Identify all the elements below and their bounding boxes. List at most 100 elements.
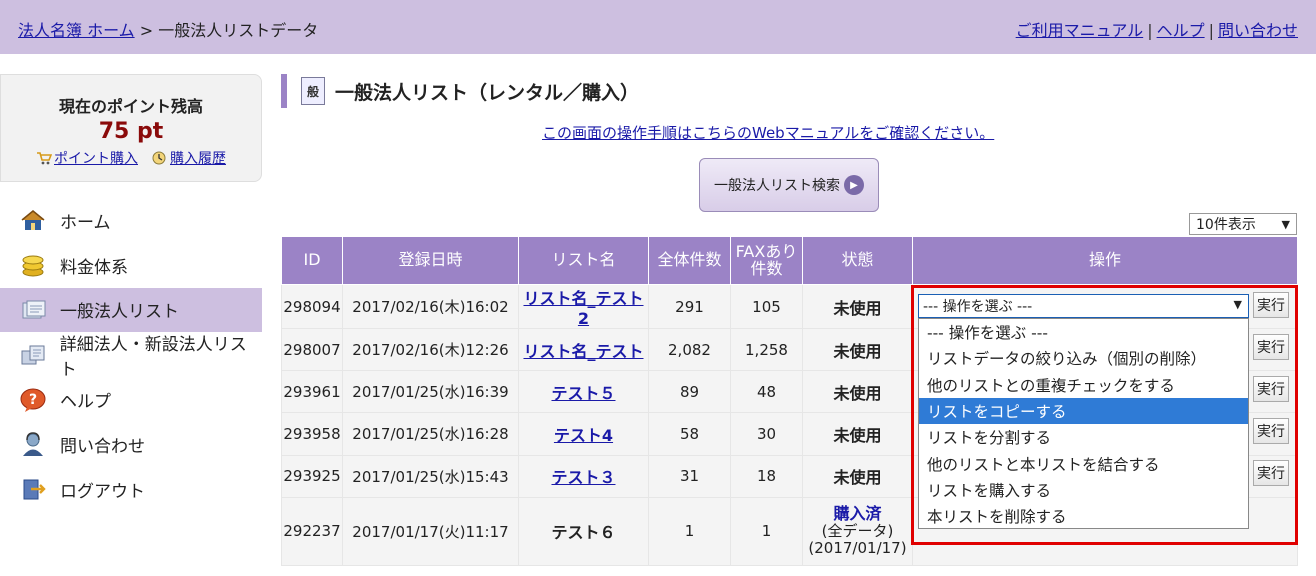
purchased-scope: (全データ) <box>821 522 894 541</box>
sidebar-item-label: 詳細法人・新設法人リスト <box>59 334 247 380</box>
purchase-history-link[interactable]: 購入履歴 <box>170 151 226 167</box>
cell-total: 89 <box>648 370 731 414</box>
cell-state: 未使用 <box>802 284 913 329</box>
cell-id: 292237 <box>281 496 343 566</box>
sidebar-item-home[interactable]: ホーム <box>0 198 262 243</box>
cell-total: 31 <box>648 454 731 498</box>
sidebar-item-contact[interactable]: 問い合わせ <box>0 422 262 467</box>
sidebar-item-label: 料金体系 <box>60 257 128 278</box>
cell-fax: 1,258 <box>730 327 803 372</box>
cell-state: 未使用 <box>802 370 913 414</box>
dropdown-option[interactable]: リストデータの絞り込み（個別の削除） <box>919 345 1248 371</box>
col-header-total: 全体件数 <box>648 236 731 285</box>
top-bar: 法人名簿 ホーム > 一般法人リストデータ ご利用マニュアル | ヘルプ | 問い合わせ <box>0 0 1316 54</box>
cell-name: テスト５ <box>518 370 649 414</box>
manual-link[interactable]: ご利用マニュアル <box>1016 21 1144 40</box>
purchase-history: 購入履歴 <box>152 148 226 168</box>
cell-name: リスト名_テスト <box>518 327 649 372</box>
cell-id: 293958 <box>281 412 343 456</box>
dropdown-option-highlighted[interactable]: リストをコピーする <box>919 397 1248 425</box>
cell-id: 298007 <box>281 327 343 372</box>
point-purchase-link[interactable]: ポイント購入 <box>54 151 138 167</box>
cell-total: 2,082 <box>648 327 731 372</box>
col-header-name: リスト名 <box>518 236 649 285</box>
col-header-fax: FAXあり 件数 <box>730 236 803 285</box>
col-header-state: 状態 <box>802 236 913 285</box>
sidebar-item-help[interactable]: ? ヘルプ <box>0 377 262 422</box>
cell-name: テスト4 <box>518 412 649 456</box>
cell-state: 未使用 <box>802 327 913 372</box>
operation-select-value: --- 操作を選ぶ --- <box>923 299 1033 315</box>
dropdown-option[interactable]: --- 操作を選ぶ --- <box>919 319 1248 345</box>
sidebar-item-label: 問い合わせ <box>60 436 145 457</box>
chevron-down-icon: ▼ <box>1281 217 1290 231</box>
sidebar-item-label: ホーム <box>60 212 111 233</box>
sidebar-item-general-list[interactable]: 一般法人リスト <box>0 287 262 333</box>
page-heading: 般 一般法人リスト（レンタル／購入） <box>281 74 639 108</box>
cell-id: 293961 <box>281 370 343 414</box>
cell-date: 2017/02/16(木)16:02 <box>342 284 519 329</box>
points-value: 75 pt <box>98 119 164 144</box>
dropdown-option[interactable]: リストを分割する <box>919 424 1248 450</box>
cell-fax: 30 <box>730 412 803 456</box>
dropdown-option[interactable]: リストを購入する <box>919 477 1248 503</box>
clock-icon <box>152 151 166 165</box>
sidebar-item-detail-list[interactable]: 詳細法人・新設法人リスト <box>0 332 262 380</box>
list-name-link[interactable]: リスト名_テスト <box>523 342 643 361</box>
purchased-status: 購入済 <box>833 503 882 523</box>
cell-date: 2017/01/25(水)16:28 <box>342 412 519 456</box>
web-manual-link[interactable]: この画面の操作手順はこちらのWebマニュアルをご確認ください。 <box>542 122 994 143</box>
per-page-select[interactable]: 10件表示 ▼ <box>1189 213 1297 235</box>
cell-state: 未使用 <box>802 412 913 456</box>
dropdown-option[interactable]: 本リストを削除する <box>919 503 1248 529</box>
col-header-id: ID <box>281 236 343 285</box>
col-header-ops: 操作 <box>912 236 1298 285</box>
contact-link[interactable]: 問い合わせ <box>1218 21 1298 40</box>
detail-list-icon <box>18 342 48 368</box>
breadcrumb-home-link[interactable]: 法人名簿 ホーム <box>18 21 135 40</box>
cell-date: 2017/02/16(木)12:26 <box>342 327 519 372</box>
cell-name: リスト名_テスト2 <box>518 284 649 329</box>
table-header-row: ID 登録日時 リスト名 全体件数 FAXあり 件数 状態 操作 <box>281 236 1298 285</box>
operation-select[interactable]: --- 操作を選ぶ --- ▼ <box>918 294 1249 318</box>
fax-header-line2: 件数 <box>750 258 783 278</box>
document-icon: 般 <box>301 77 325 105</box>
point-purchase: ポイント購入 <box>36 148 138 168</box>
points-label: 現在のポイント残高 <box>58 97 203 116</box>
divider: | <box>1147 21 1153 40</box>
top-links: ご利用マニュアル | ヘルプ | 問い合わせ <box>1016 17 1298 41</box>
sidebar-item-label: ログアウト <box>60 481 145 502</box>
per-page-value: 10件表示 <box>1196 217 1256 233</box>
cell-total: 291 <box>648 284 731 329</box>
list-name-link[interactable]: テスト4 <box>554 426 613 445</box>
breadcrumb: 法人名簿 ホーム > 一般法人リストデータ <box>18 17 318 41</box>
heading-accent-bar <box>281 74 287 108</box>
list-name-link[interactable]: テスト３ <box>551 468 615 487</box>
points-panel: 現在のポイント残高 75 pt ポイント購入 購入履歴 <box>0 74 262 182</box>
sidebar-nav: ホーム 料金体系 一般法人リスト 詳細法人・新設法人リスト ? ヘルプ 問い合わ… <box>0 198 262 512</box>
cart-icon <box>37 152 52 165</box>
cell-fax: 18 <box>730 454 803 498</box>
operation-dropdown-list: --- 操作を選ぶ --- リストデータの絞り込み（個別の削除） 他のリストとの… <box>918 318 1249 529</box>
divider: | <box>1208 21 1214 40</box>
list-name-link[interactable]: リスト名_テスト2 <box>523 289 643 328</box>
page-title: 一般法人リスト（レンタル／購入） <box>335 81 640 104</box>
cell-date: 2017/01/17(火)11:17 <box>342 496 519 566</box>
cell-name: テスト３ <box>518 454 649 498</box>
help-icon: ? <box>18 387 48 413</box>
list-icon <box>18 297 48 323</box>
sidebar-item-pricing[interactable]: 料金体系 <box>0 243 262 288</box>
list-name-link[interactable]: テスト５ <box>551 384 615 403</box>
general-list-search-button[interactable]: 一般法人リスト検索 ▶ <box>699 158 879 212</box>
chevron-down-icon: ▼ <box>1233 298 1242 311</box>
col-header-date: 登録日時 <box>342 236 519 285</box>
dropdown-option[interactable]: 他のリストと本リストを結合する <box>919 450 1248 476</box>
breadcrumb-separator: > <box>134 21 159 40</box>
help-link[interactable]: ヘルプ <box>1157 21 1205 40</box>
cell-state: 未使用 <box>802 454 913 498</box>
search-button-label: 一般法人リスト検索 <box>714 178 840 194</box>
cell-date: 2017/01/25(水)15:43 <box>342 454 519 498</box>
dropdown-option[interactable]: 他のリストとの重複チェックをする <box>919 372 1248 398</box>
cell-id: 298094 <box>281 284 343 329</box>
sidebar-item-logout[interactable]: ログアウト <box>0 467 262 512</box>
